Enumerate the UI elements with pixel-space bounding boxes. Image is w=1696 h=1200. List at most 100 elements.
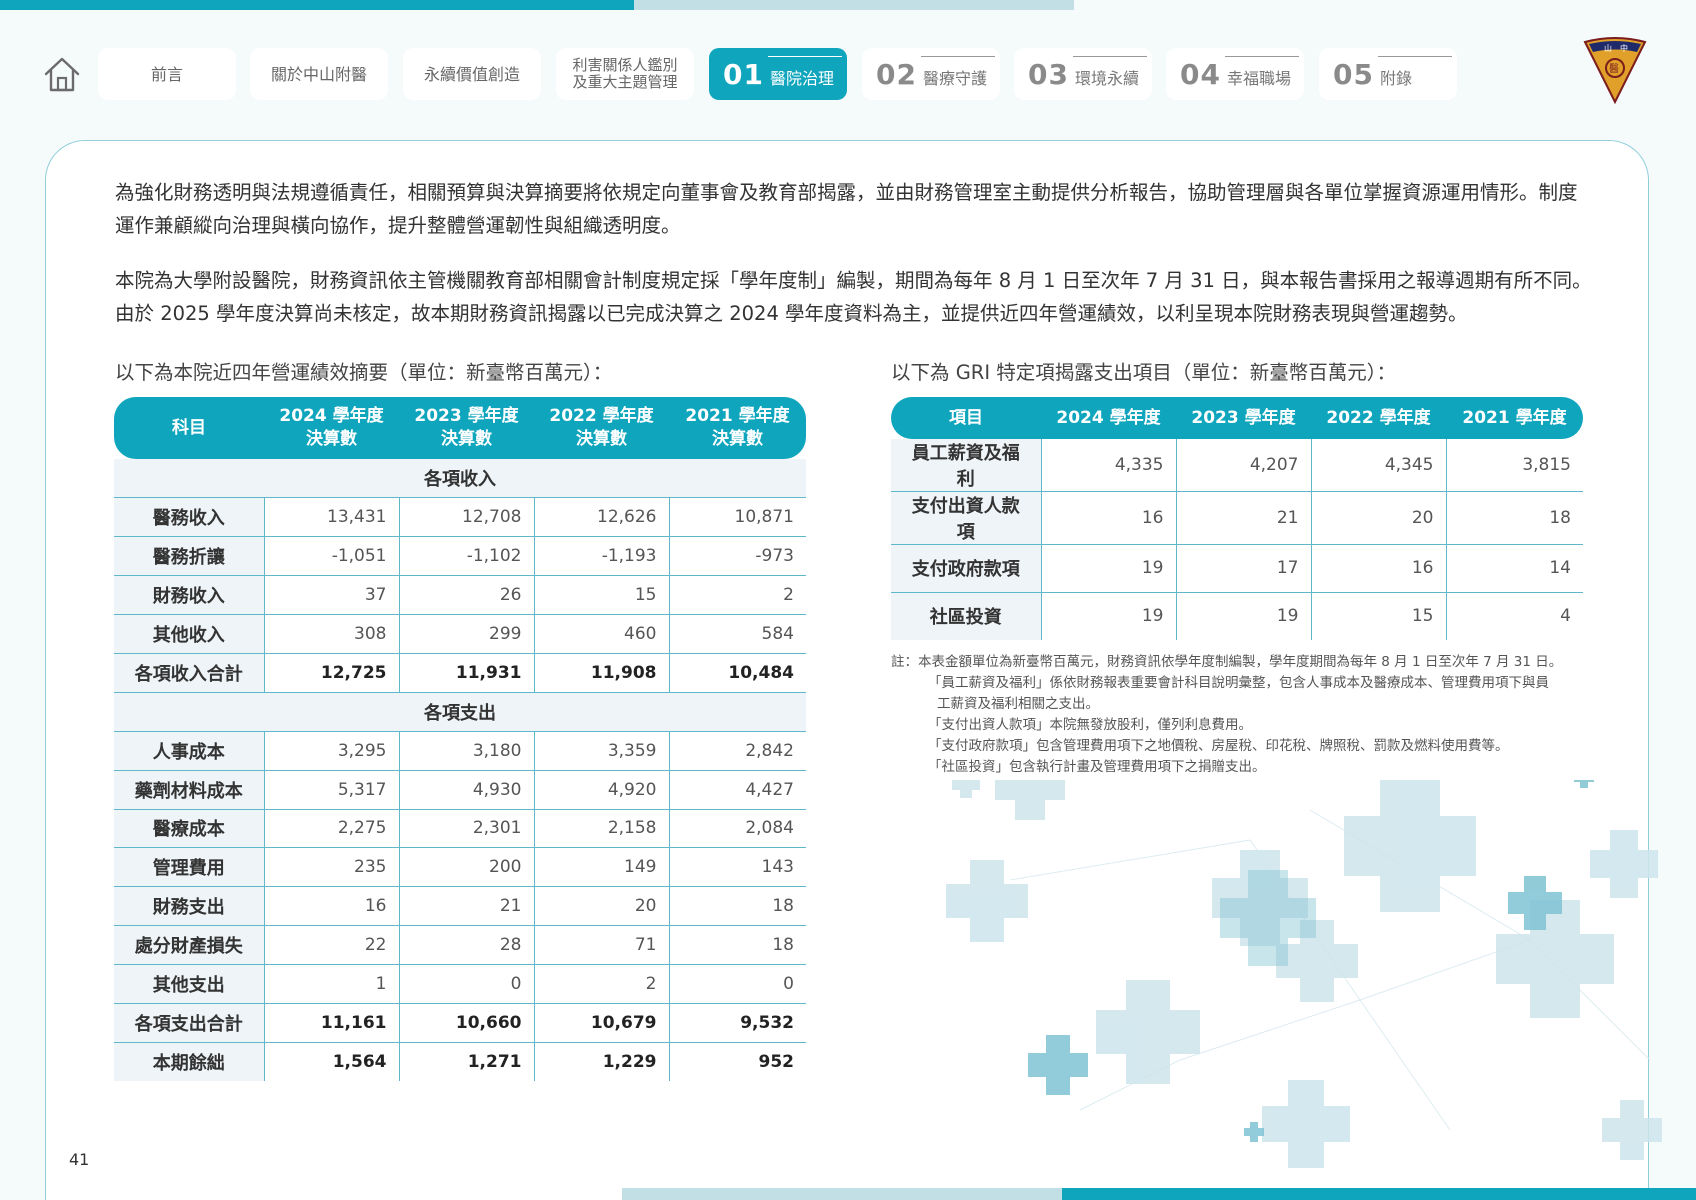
note-line: 工薪資及福利相關之支出。 [937,696,1099,712]
cell: 2,301 [399,809,535,849]
nav-tab-governance[interactable]: 01 醫院治理 [709,48,847,100]
row-label: 醫療成本 [114,809,265,849]
section-title: 各項支出 [114,692,806,732]
cell: 21 [399,886,535,927]
cell: 149 [534,847,670,888]
cell: 14 [1446,544,1583,593]
table-row: 醫務收入 13,431 12,708 12,626 10,871 [114,497,806,538]
cell: 12,626 [534,497,670,538]
cell: 0 [669,964,806,1004]
cell: 10,871 [669,497,806,538]
cell: 19 [1176,592,1312,640]
table-row: 醫療成本 2,275 2,301 2,158 2,084 [114,809,806,849]
nav-tab-medical-care[interactable]: 02 醫療守護 [862,48,1000,100]
svg-text:醫: 醫 [1609,63,1619,75]
note-line: 「員工薪資及福利」係依財務報表重要會計科目說明彙整，包含人事成本及醫療成本、管理… [928,675,1549,691]
cell: 4,335 [1041,439,1177,492]
row-label: 藥劑材料成本 [114,770,265,810]
cell: 5,317 [264,770,400,810]
cell: 1,271 [399,1042,535,1082]
table1-caption: 以下為本院近四年營運績效摘要（單位：新臺幣百萬元）： [115,361,613,384]
home-icon[interactable] [42,54,82,94]
row-label: 人事成本 [114,731,265,771]
cell: 71 [534,925,670,966]
table-row: 支付出資人款項 16 21 20 18 [891,491,1583,545]
header-2024: 2024 學年度 決算數 [264,397,399,459]
row-label: 管理費用 [114,847,265,888]
svg-text:中: 中 [1620,43,1628,53]
cell: 28 [399,925,535,966]
cell: 17 [1176,544,1312,593]
cell: 460 [534,614,670,654]
cell: 18 [1446,491,1583,545]
cell: 2 [534,964,670,1004]
cell: 15 [534,575,670,616]
nav-tab-stakeholders[interactable]: 利害關係人鑑別 及重大主題管理 [556,48,694,100]
cell: -1,051 [264,536,400,577]
row-label: 支付出資人款項 [891,491,1042,545]
cell: 3,180 [399,731,535,771]
intro-paragraph-2: 本院為大學附設醫院，財務資訊依主管機關教育部相關會計制度規定採「學年度制」編製，… [115,269,1592,325]
cell: 18 [669,925,806,966]
top-accent-bar [0,0,634,10]
cell: 299 [399,614,535,654]
row-label: 社區投資 [891,592,1042,640]
nav-tab-sustainable-value[interactable]: 永續價值創造 [403,48,541,100]
cell: 21 [1176,491,1312,545]
nav-tab-appendix[interactable]: 05 附錄 [1319,48,1457,100]
cell: 2,842 [669,731,806,771]
cell: -1,102 [399,536,535,577]
header-2021: 2021 學年度 決算數 [669,397,806,459]
top-accent-bar-light [634,0,1074,10]
cell: 11,161 [264,1003,400,1043]
table-row: 人事成本 3,295 3,180 3,359 2,842 [114,731,806,771]
note-line: 「支付出資人款項」本院無發放股利，僅列利息費用。 [928,717,1252,733]
row-label: 財務收入 [114,575,265,616]
table-row: 處分財產損失 22 28 71 18 [114,925,806,966]
table-row: 藥劑材料成本 5,317 4,930 4,920 4,427 [114,770,806,810]
intro-paragraph-1: 為強化財務透明與法規遵循責任，相關預算與決算摘要將依規定向董事會及教育部揭露，並… [115,181,1578,237]
table-row: 其他支出 1 0 2 0 [114,964,806,1004]
cell: 10,679 [534,1003,670,1043]
cell: 584 [669,614,806,654]
cell: 15 [1311,592,1447,640]
cell: 20 [1311,491,1447,545]
cell: 37 [264,575,400,616]
note-line: 註：本表金額單位為新臺幣百萬元，財務資訊依學年度制編製，學年度期間為每年 8 月… [891,654,1563,670]
row-label: 支付政府款項 [891,544,1042,593]
section-title: 各項收入 [114,459,806,499]
cell: 3,815 [1446,439,1583,492]
header-item: 項目 [891,397,1041,439]
cell: 1,564 [264,1042,400,1082]
table-notes: 註：本表金額單位為新臺幣百萬元，財務資訊依學年度制編製，學年度期間為每年 8 月… [891,652,1591,778]
cell: -973 [669,536,806,577]
cell: 2,158 [534,809,670,849]
decorative-crosses [946,780,1662,1168]
header-2021: 2021 學年度 [1446,397,1583,439]
page-number: 41 [69,1150,90,1169]
cell: 4,207 [1176,439,1312,492]
cell: 308 [264,614,400,654]
cell: 11,931 [399,653,535,693]
header-2022: 2022 學年度 [1311,397,1446,439]
note-line: 「社區投資」包含執行計畫及管理費用項下之捐贈支出。 [928,759,1266,775]
cell: 16 [264,886,400,927]
nav-tab-preface[interactable]: 前言 [98,48,236,100]
cell: 26 [399,575,535,616]
cell: 4,920 [534,770,670,810]
header-2022: 2022 學年度 決算數 [534,397,669,459]
cell: 16 [1041,491,1177,545]
section-row-expense: 各項支出 [114,692,806,732]
cell: 4,345 [1311,439,1447,492]
operating-performance-table: 科目 2024 學年度 決算數 2023 學年度 決算數 2022 學年度 決算數 2… [114,397,806,1082]
cell: 4,930 [399,770,535,810]
cell: 0 [399,964,535,1004]
cell: 19 [1041,592,1177,640]
header-2023: 2023 學年度 [1176,397,1311,439]
row-label: 員工薪資及福利 [891,439,1042,492]
nav-tab-workplace[interactable]: 04 幸福職場 [1166,48,1304,100]
row-label: 處分財產損失 [114,925,265,966]
row-label: 其他支出 [114,964,265,1004]
nav-tab-about[interactable]: 關於中山附醫 [250,48,388,100]
nav-tab-environment[interactable]: 03 環境永續 [1014,48,1152,100]
